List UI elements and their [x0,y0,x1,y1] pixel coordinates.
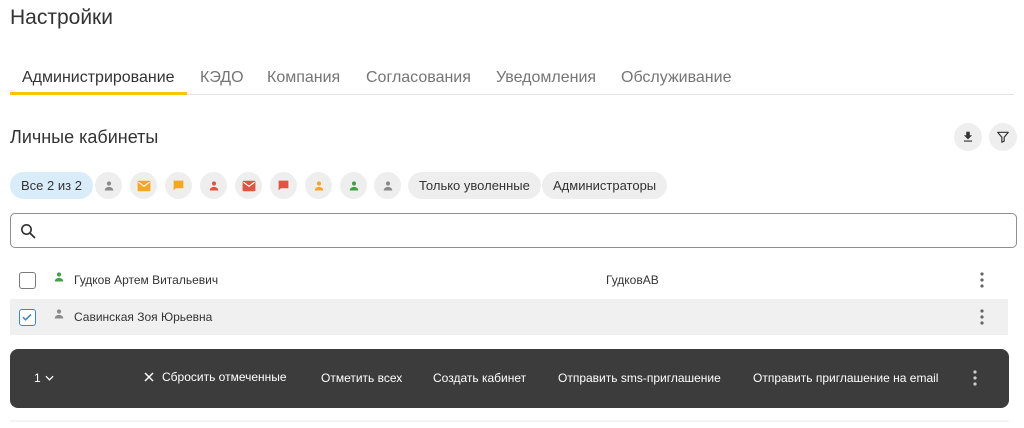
filter-chip-person-red[interactable] [200,172,227,199]
message-icon [278,180,289,191]
page-title: Настройки [10,6,113,29]
email-icon [242,180,255,191]
select-all-button[interactable]: Отметить всех [321,371,402,385]
filter-chip-email-orange[interactable] [130,172,157,199]
create-cabinet-button[interactable]: Создать кабинет [433,371,526,385]
tab-maintenance[interactable]: Обслуживание [621,69,731,95]
selected-count: 1 [34,371,41,385]
email-icon [137,180,150,191]
person-icon [314,180,323,190]
filter-chip-person-green[interactable] [340,172,367,199]
filter-chip-person-grey-2[interactable] [374,172,401,199]
row-menu-button[interactable] [972,270,992,290]
search-icon [21,224,36,239]
filter-chip-message-red[interactable] [270,172,297,199]
person-icon [383,180,392,190]
message-icon [173,180,184,191]
check-icon [22,313,32,321]
reset-selection-button[interactable]: Сбросить отмеченные [144,370,287,384]
tab-kedo[interactable]: КЭДО [200,69,244,95]
table-row[interactable]: Савинская Зоя Юрьевна [10,299,1008,335]
selection-action-bar: 1 Сбросить отмеченные Отметить всех Созд… [10,349,1009,408]
active-tab-indicator [10,92,187,95]
reset-selection-label: Сбросить отмеченные [162,370,287,384]
filter-icon [997,131,1009,143]
person-icon [104,180,113,190]
tab-approvals[interactable]: Согласования [366,69,471,95]
employee-name: Гудков Артем Витальевич [74,273,219,287]
person-icon [54,272,64,282]
tab-bar: Администрирование КЭДО Компания Согласов… [10,62,1014,95]
filter-chip-all[interactable]: Все 2 из 2 [10,172,93,199]
tab-company[interactable]: Компания [267,69,340,95]
table-row[interactable]: Гудков Артем Витальевич ГудковАВ [10,262,1008,298]
employee-login: ГудковАВ [606,273,659,287]
download-button[interactable] [954,123,982,151]
selected-count-dropdown[interactable]: 1 [34,371,54,385]
employee-name: Савинская Зоя Юрьевна [74,310,213,324]
search-box [10,213,1017,248]
person-icon [349,180,358,190]
more-vertical-icon [980,272,984,288]
more-vertical-icon [973,370,977,386]
tab-notifications[interactable]: Уведомления [496,69,596,95]
filter-chip-email-red[interactable] [235,172,262,199]
send-email-invite-button[interactable]: Отправить приглашение на email [753,371,938,385]
more-vertical-icon [980,309,984,325]
search-input[interactable] [47,220,1007,242]
filter-chip-message-orange[interactable] [165,172,192,199]
filter-chip-person-grey[interactable] [95,172,122,199]
row-checkbox[interactable] [19,272,36,289]
chevron-down-icon [45,375,54,381]
person-icon [54,309,64,319]
section-title: Личные кабинеты [10,127,159,147]
person-icon [209,180,218,190]
download-icon [963,131,973,142]
filter-chip-person-orange[interactable] [305,172,332,199]
filter-button[interactable] [989,123,1017,151]
row-menu-button[interactable] [972,307,992,327]
close-icon [144,372,154,382]
send-sms-invite-button[interactable]: Отправить sms-приглашение [558,371,721,385]
action-bar-more-button[interactable] [967,368,983,388]
row-checkbox[interactable] [19,309,36,326]
filter-chip-fired-only[interactable]: Только уволенные [408,172,541,199]
divider [10,420,1009,422]
filter-chip-admins[interactable]: Администраторы [542,172,668,199]
